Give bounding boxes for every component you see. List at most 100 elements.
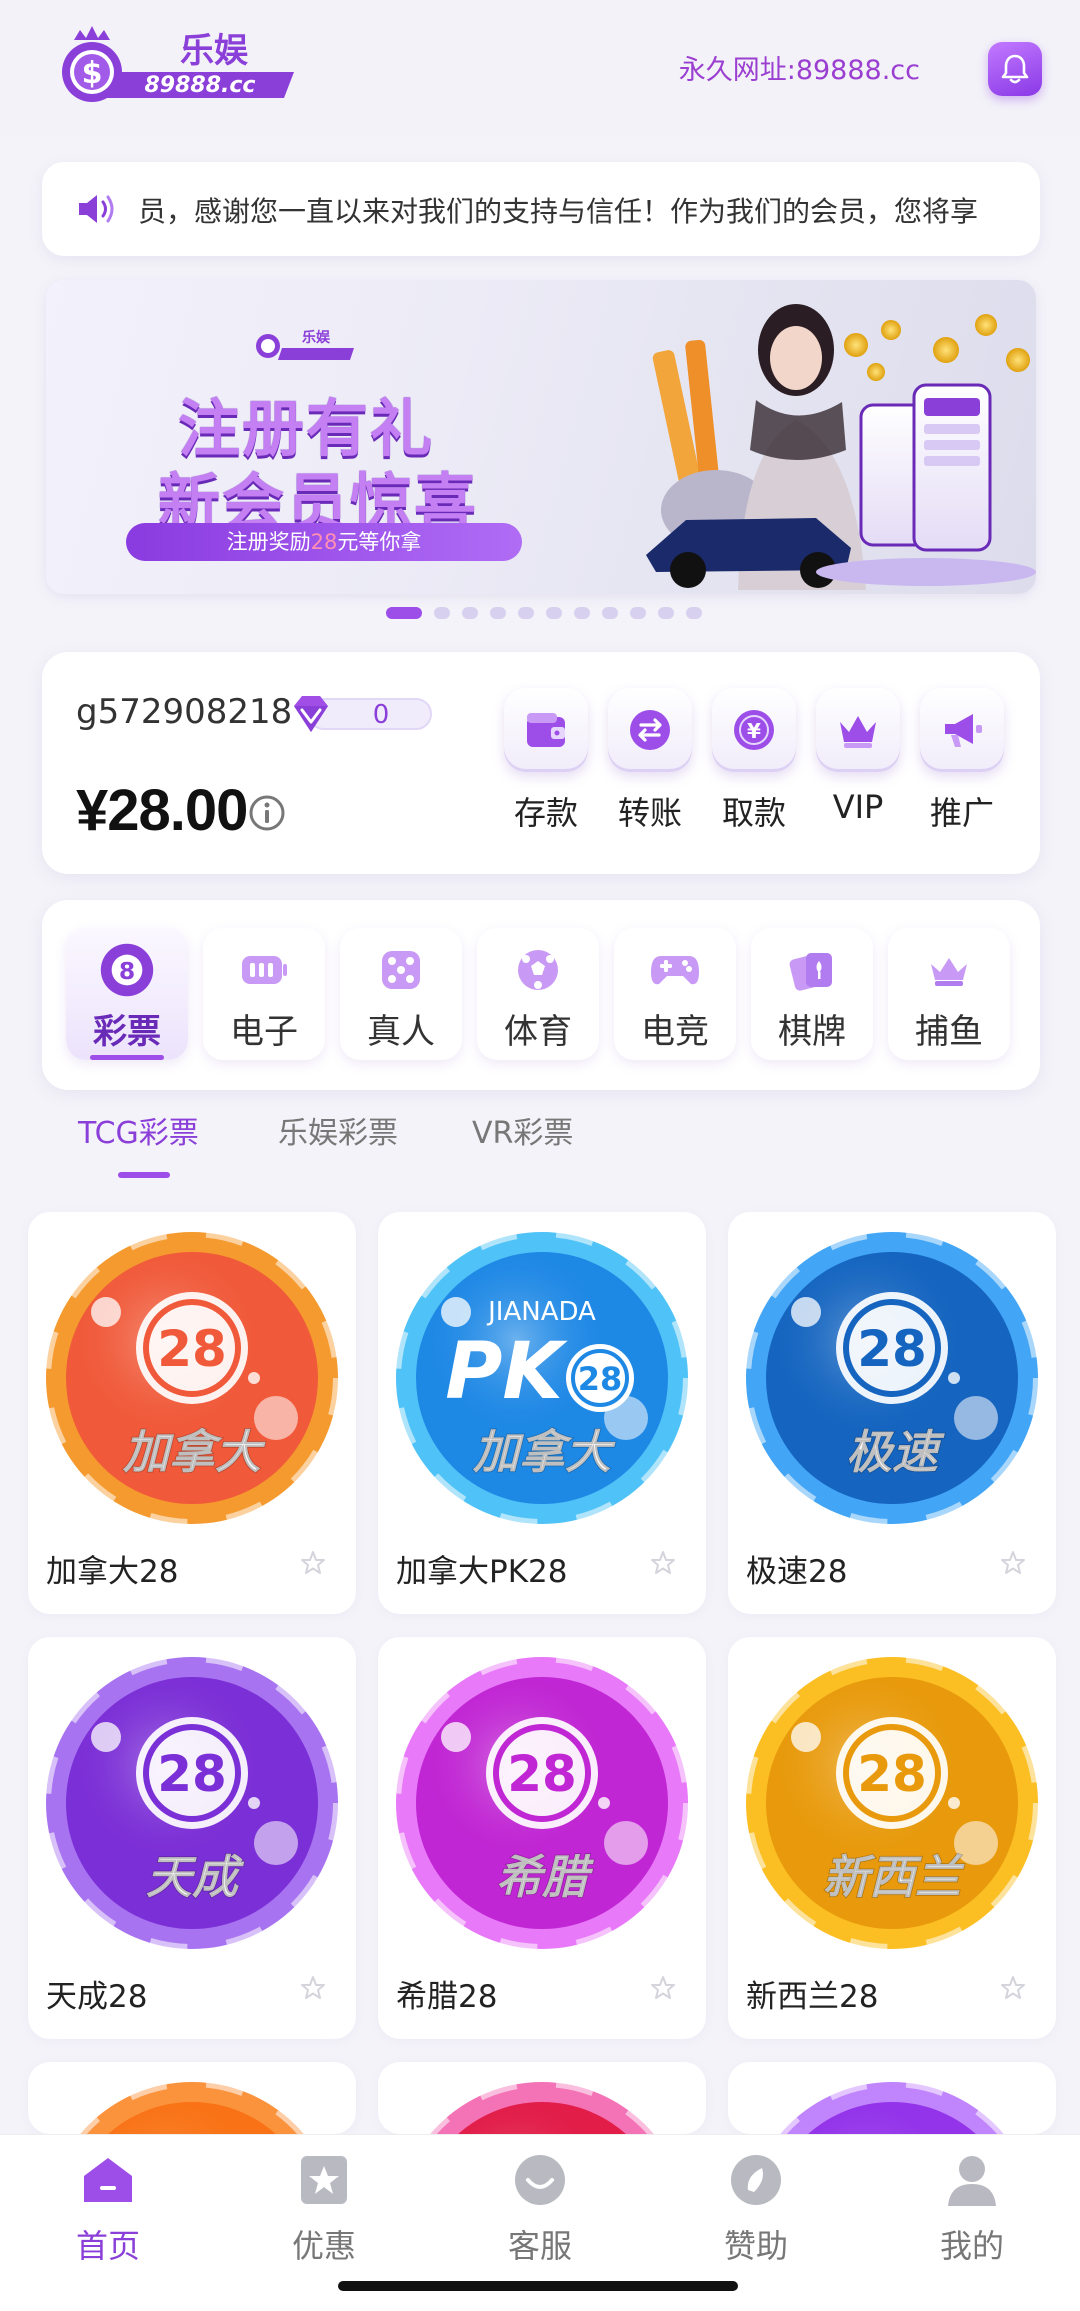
category-label: 电子 (230, 1012, 298, 1052)
pagination-dot[interactable] (658, 607, 674, 619)
megaphone-icon (945, 714, 982, 747)
game-card[interactable]: 28 天成 天成28 (28, 1637, 356, 2039)
category-label: 真人 (367, 1012, 435, 1052)
category-label: 捕鱼 (915, 1012, 983, 1052)
soccer-ball-icon (518, 950, 558, 990)
favorite-star-icon[interactable] (650, 1550, 676, 1576)
logo-text: 乐娱 (180, 31, 248, 71)
favorite-star-icon[interactable] (300, 1550, 326, 1576)
game-name: 极速28 (746, 1554, 848, 1590)
deposit-button[interactable]: 存款 (502, 688, 590, 834)
vip-label: VIP (832, 788, 884, 826)
notice-text: 员，感谢您一直以来对我们的支持与信任！作为我们的会员，您将享 (138, 195, 979, 228)
game-chip-icon: 28 天成 (44, 1655, 340, 1951)
category-cards[interactable]: 棋牌 (751, 928, 873, 1060)
game-card[interactable] (28, 2062, 356, 2134)
game-card[interactable]: JIANADA PK 28 加拿大 加拿大PK28 (378, 1212, 706, 1614)
game-card[interactable] (728, 2062, 1056, 2134)
category-esports[interactable]: 电竞 (614, 928, 736, 1060)
game-name: 希腊28 (396, 1979, 498, 2015)
category-sports[interactable]: 体育 (477, 928, 599, 1060)
category-live[interactable]: 真人 (340, 928, 462, 1060)
game-categories: 8 彩票 电子 真人 体育 电竞 棋牌 捕鱼 (42, 900, 1040, 1090)
permanent-url[interactable]: 永久网址:89888.cc (660, 48, 920, 87)
promote-button[interactable]: 推广 (918, 688, 1006, 834)
transfer-label: 转账 (617, 794, 682, 832)
promo-banner[interactable]: 乐娱 注册有礼 新会员惊喜 注册奖励28元等你拿 (46, 280, 1036, 594)
home-icon (84, 2158, 132, 2202)
category-label: 棋牌 (778, 1012, 846, 1052)
chip-number: 28 (507, 1745, 577, 1803)
header: $ 乐娱 89888.cc 永久网址:89888.cc (0, 0, 1080, 135)
nav-sponsor[interactable]: 赞助 (686, 2151, 826, 2267)
favorite-star-icon[interactable] (650, 1975, 676, 2001)
lottery-provider-tabs: TCG彩票 乐娱彩票 VR彩票 (0, 1090, 1080, 1190)
tab-tcg-lottery[interactable]: TCG彩票 (78, 1108, 199, 1152)
info-icon[interactable] (248, 794, 286, 832)
category-label: 体育 (504, 1012, 572, 1052)
category-lottery[interactable]: 8 彩票 (66, 928, 188, 1060)
dice-icon (382, 951, 420, 989)
tab-leyu-lottery[interactable]: 乐娱彩票 (278, 1108, 398, 1152)
svg-text:¥: ¥ (747, 719, 761, 743)
game-chip-icon: 28 加拿大 (44, 1230, 340, 1526)
game-name: 加拿大28 (46, 1554, 179, 1590)
game-chip-icon (423, 2080, 661, 2134)
pagination-dot[interactable] (686, 607, 702, 619)
speaker-icon (79, 195, 114, 223)
pagination-dot[interactable] (490, 607, 506, 619)
banner-logo: 乐娱 (256, 329, 354, 360)
favorite-star-icon[interactable] (1000, 1550, 1026, 1576)
notification-button[interactable] (988, 42, 1042, 96)
category-fishing[interactable]: 捕鱼 (888, 928, 1010, 1060)
nav-support[interactable]: 客服 (470, 2151, 610, 2267)
game-card[interactable]: 28 极速 极速28 (728, 1212, 1056, 1614)
pagination-dot[interactable] (574, 607, 590, 619)
svg-text:$: $ (82, 56, 103, 91)
home-indicator (338, 2281, 738, 2291)
withdraw-icon: ¥ (734, 710, 774, 750)
game-card[interactable]: 28 希腊希腊28 (378, 1637, 706, 2039)
category-label: 彩票 (93, 1012, 161, 1052)
chip-region-label: 极速 (846, 1425, 945, 1479)
nav-profile[interactable]: 我的 (902, 2151, 1042, 2267)
game-card[interactable] (378, 2062, 706, 2134)
chip-number: 28 (157, 1320, 227, 1378)
game-card[interactable]: 28 新西兰 新西兰28 (728, 1637, 1056, 2039)
pagination-dot[interactable] (546, 607, 562, 619)
tab-vr-lottery[interactable]: VR彩票 (472, 1108, 573, 1152)
vip-level-badge[interactable]: 0 (286, 690, 432, 734)
favorite-star-icon[interactable] (300, 1975, 326, 2001)
sponsor-icon (731, 2155, 781, 2205)
category-slots[interactable]: 电子 (203, 928, 325, 1060)
game-card[interactable]: 28 加拿大加拿大28 (28, 1212, 356, 1614)
pagination-dot[interactable] (434, 607, 450, 619)
game-chip-icon: 28 希腊 (394, 1655, 690, 1951)
notice-bar[interactable]: 员，感谢您一直以来对我们的支持与信任！作为我们的会员，您将享 (42, 162, 1040, 256)
nav-home[interactable]: 首页 (38, 2151, 178, 2267)
pagination-dot[interactable] (386, 607, 422, 619)
svg-text:28: 28 (578, 1360, 623, 1398)
tab-active-indicator (118, 1172, 170, 1178)
deposit-label: 存款 (513, 794, 578, 832)
logo-domain: 89888.cc (145, 73, 256, 98)
chip-pk-label: PK (445, 1327, 568, 1417)
cards-icon (789, 953, 832, 991)
withdraw-label: 取款 (721, 794, 786, 832)
logo[interactable]: $ 乐娱 89888.cc (58, 22, 303, 114)
game-name: 加拿大PK28 (396, 1554, 568, 1590)
transfer-icon (630, 710, 670, 750)
username: g572908218 (76, 692, 293, 732)
pagination-dot[interactable] (518, 607, 534, 619)
account-actions: 存款 转账 ¥ 取款 VIP 推广 (502, 688, 1006, 834)
pagination-dot[interactable] (630, 607, 646, 619)
favorite-star-icon[interactable] (1000, 1975, 1026, 2001)
balance-amount: ¥28.00 (76, 778, 248, 843)
transfer-button[interactable]: 转账 (606, 688, 694, 834)
withdraw-button[interactable]: ¥ 取款 (710, 688, 798, 834)
vip-button[interactable]: VIP (814, 688, 902, 834)
pagination-dot[interactable] (602, 607, 618, 619)
banner-pagination[interactable] (386, 607, 702, 619)
nav-promotions[interactable]: 优惠 (254, 2151, 394, 2267)
pagination-dot[interactable] (462, 607, 478, 619)
